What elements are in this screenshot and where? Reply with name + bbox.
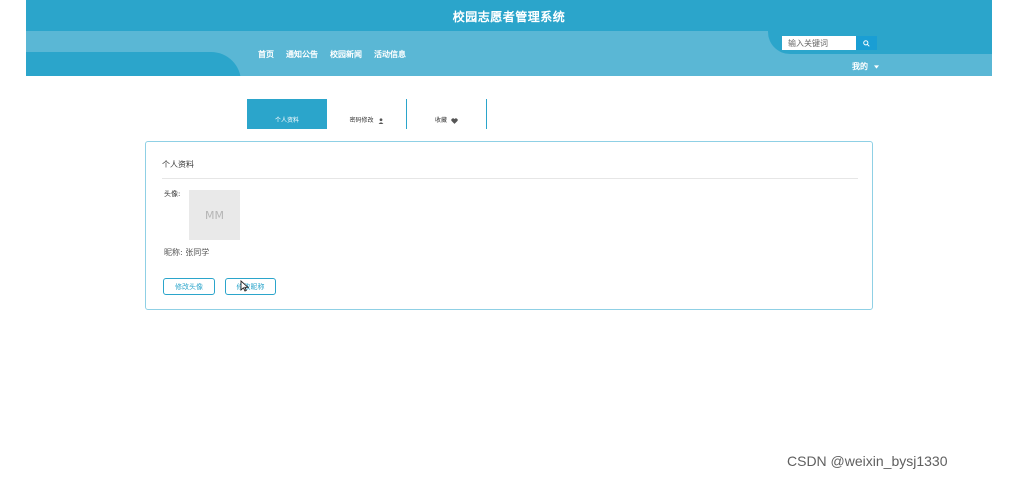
nav-news[interactable]: 校园新闻 bbox=[330, 49, 362, 60]
tab-profile[interactable]: 个人资料 bbox=[247, 99, 327, 129]
nav-activities[interactable]: 活动信息 bbox=[374, 49, 406, 60]
heart-icon bbox=[451, 118, 458, 124]
profile-card-title: 个人资料 bbox=[162, 160, 194, 169]
nav-home[interactable]: 首页 bbox=[258, 49, 274, 60]
nickname-row: 昵称: 张同学 bbox=[164, 247, 209, 258]
divider bbox=[162, 178, 858, 179]
profile-card: 个人资料 头像: MM 昵称: 张同学 修改头像 修改昵称 bbox=[145, 141, 873, 310]
change-avatar-button[interactable]: 修改头像 bbox=[163, 278, 215, 295]
user-menu-label: 我的 bbox=[852, 62, 868, 71]
main-nav: 首页 通知公告 校园新闻 活动信息 bbox=[258, 49, 406, 60]
header-curve-left bbox=[26, 52, 241, 76]
tab-favorites[interactable]: 收藏 bbox=[407, 99, 487, 129]
nickname-label: 昵称: bbox=[164, 248, 183, 257]
tab-profile-label: 个人资料 bbox=[274, 117, 299, 124]
tab-password-label: 密码修改 bbox=[349, 117, 374, 124]
avatar-placeholder-text: MM bbox=[205, 208, 224, 222]
user-icon bbox=[378, 118, 383, 124]
user-menu[interactable]: 我的 bbox=[852, 61, 879, 72]
search-icon bbox=[863, 39, 870, 47]
search-input[interactable] bbox=[782, 36, 856, 50]
search-button[interactable] bbox=[856, 36, 877, 50]
change-nickname-button[interactable]: 修改昵称 bbox=[225, 278, 276, 295]
profile-tabs: 个人资料 密码修改 收藏 bbox=[247, 99, 487, 129]
nickname-value: 张同学 bbox=[185, 248, 210, 257]
caret-down-icon bbox=[874, 64, 879, 69]
avatar-label: 头像: bbox=[164, 190, 181, 198]
nav-notices[interactable]: 通知公告 bbox=[286, 49, 318, 60]
tab-favorites-label: 收藏 bbox=[434, 117, 447, 124]
tab-password[interactable]: 密码修改 bbox=[327, 99, 407, 129]
site-title: 校园志愿者管理系统 bbox=[452, 10, 566, 24]
watermark: CSDN @weixin_bysj1330 bbox=[787, 453, 948, 469]
site-header: 校园志愿者管理系统 首页 通知公告 校园新闻 活动信息 我的 bbox=[26, 0, 992, 76]
avatar: MM bbox=[189, 190, 240, 240]
mouse-cursor-icon bbox=[240, 280, 249, 292]
